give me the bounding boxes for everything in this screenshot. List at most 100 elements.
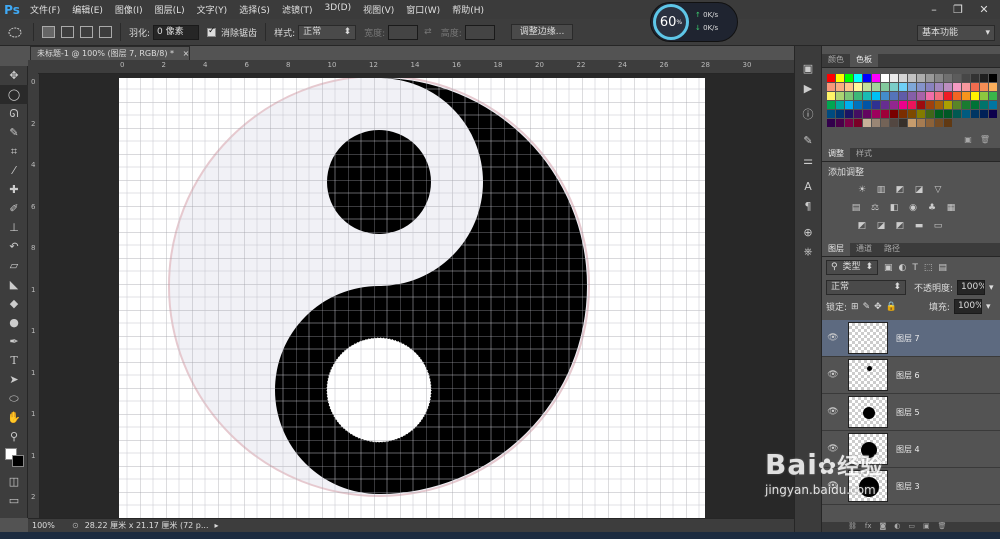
color-swatch[interactable] <box>917 110 925 118</box>
color-swatch[interactable] <box>944 92 952 100</box>
menu-item[interactable]: 选择(S) <box>233 3 276 16</box>
color-swatch[interactable] <box>845 92 853 100</box>
color-swatch[interactable] <box>836 101 844 109</box>
new-selection-icon[interactable] <box>42 26 55 38</box>
exposure-icon[interactable]: ◪ <box>913 184 925 196</box>
black-white-icon[interactable]: ◧ <box>888 202 900 214</box>
color-swatch[interactable] <box>872 101 880 109</box>
subtract-selection-icon[interactable] <box>80 26 93 38</box>
color-swatch[interactable] <box>863 119 871 127</box>
color-swatch[interactable] <box>926 74 934 82</box>
crop-tool-icon[interactable]: ⌗ <box>0 142 28 161</box>
style-select[interactable]: 正常 ⬍ <box>298 24 357 40</box>
brightness-icon[interactable]: ☀ <box>856 184 868 196</box>
color-swatch[interactable] <box>881 110 889 118</box>
color-swatch[interactable] <box>962 92 970 100</box>
vibrance-icon[interactable]: ▽ <box>932 184 944 196</box>
actions-panel-icon[interactable]: ▶ <box>795 78 821 98</box>
color-swatch[interactable] <box>890 74 898 82</box>
ellipse-shape-tool-icon[interactable]: ⬭ <box>0 389 28 408</box>
color-swatch[interactable] <box>854 110 862 118</box>
eye-icon[interactable]: 👁 <box>822 370 844 380</box>
color-swatch[interactable] <box>962 74 970 82</box>
color-balance-icon[interactable]: ⚖ <box>869 202 881 214</box>
refine-edge-button[interactable]: 调整边缘... <box>510 24 574 40</box>
new-adjustment-icon[interactable]: ◐ <box>894 522 900 532</box>
color-swatch[interactable] <box>971 92 979 100</box>
color-swatch[interactable] <box>890 119 898 127</box>
color-swatch[interactable] <box>989 83 997 91</box>
quick-mask-icon[interactable]: ◫ <box>0 472 28 491</box>
brush-tool-icon[interactable]: ✐ <box>0 199 28 218</box>
blend-mode-select[interactable]: 正常 ⬍ <box>826 280 906 295</box>
color-swatch[interactable] <box>962 101 970 109</box>
color-swatch[interactable] <box>845 83 853 91</box>
share-icon[interactable]: ⊙ <box>72 521 79 530</box>
lock-transparent-icon[interactable]: ⊞ <box>851 302 859 312</box>
history-brush-tool-icon[interactable]: ↶ <box>0 237 28 256</box>
color-swatch[interactable] <box>827 110 835 118</box>
pen-tool-icon[interactable]: ✒ <box>0 332 28 351</box>
eyedropper-tool-icon[interactable]: ⁄ <box>0 161 28 180</box>
color-swatch[interactable] <box>917 92 925 100</box>
layer-style-icon[interactable]: fx <box>865 522 872 532</box>
menu-item[interactable]: 3D(D) <box>318 3 357 16</box>
color-swatch[interactable] <box>890 83 898 91</box>
color-swatch[interactable] <box>926 110 934 118</box>
color-swatch[interactable] <box>872 119 880 127</box>
color-swatch[interactable] <box>881 74 889 82</box>
paragraph-panel-icon[interactable]: ¶ <box>795 196 821 216</box>
color-swatch[interactable] <box>827 101 835 109</box>
color-swatch[interactable] <box>890 101 898 109</box>
minimize-icon[interactable]: – <box>922 0 946 19</box>
selective-color-icon[interactable]: ▭ <box>932 220 944 232</box>
color-swatch[interactable] <box>854 101 862 109</box>
color-swatch[interactable] <box>953 101 961 109</box>
color-swatch[interactable] <box>854 83 862 91</box>
color-swatches[interactable] <box>5 448 25 468</box>
color-swatch[interactable] <box>917 101 925 109</box>
tab-styles[interactable]: 样式 <box>850 148 878 161</box>
brush-presets-icon[interactable]: ⚌ <box>795 150 821 170</box>
color-swatch[interactable] <box>926 119 934 127</box>
levels-icon[interactable]: ▥ <box>875 184 887 196</box>
color-swatch[interactable] <box>863 74 871 82</box>
color-swatch[interactable] <box>935 119 943 127</box>
eye-icon[interactable]: 👁 <box>822 407 844 417</box>
zoom-tool-icon[interactable]: ⚲ <box>0 427 28 446</box>
adjustment-filter-icon[interactable]: ◐ <box>899 263 907 273</box>
color-swatch[interactable] <box>863 101 871 109</box>
color-swatch[interactable] <box>980 92 988 100</box>
color-swatch[interactable] <box>935 92 943 100</box>
menu-item[interactable]: 文件(F) <box>24 3 66 16</box>
menu-item[interactable]: 图层(L) <box>149 3 191 16</box>
color-swatch[interactable] <box>980 74 988 82</box>
color-swatch[interactable] <box>917 83 925 91</box>
gradient-map-icon[interactable]: ▬ <box>913 220 925 232</box>
color-swatch[interactable] <box>872 74 880 82</box>
color-swatch[interactable] <box>953 92 961 100</box>
new-layer-icon[interactable]: ▣ <box>923 522 930 532</box>
tab-swatches[interactable]: 色板 <box>850 54 878 67</box>
color-swatch[interactable] <box>836 74 844 82</box>
move-tool-icon[interactable]: ✥ <box>0 66 28 85</box>
layer-row[interactable]: 👁 图层 5 <box>822 394 1000 431</box>
color-swatch[interactable] <box>953 110 961 118</box>
canvas-area[interactable] <box>40 74 794 518</box>
document-canvas[interactable] <box>119 78 705 518</box>
eraser-tool-icon[interactable]: ▱ <box>0 256 28 275</box>
pixel-filter-icon[interactable]: ▣ <box>884 263 893 273</box>
feather-input[interactable]: 0 像素 <box>153 24 200 40</box>
photo-filter-icon[interactable]: ◉ <box>907 202 919 214</box>
color-swatch[interactable] <box>908 119 916 127</box>
menu-item[interactable]: 视图(V) <box>357 3 400 16</box>
hue-saturation-icon[interactable]: ▤ <box>850 202 862 214</box>
new-swatch-icon[interactable]: ▣ <box>964 135 972 144</box>
color-swatch[interactable] <box>872 83 880 91</box>
color-swatch[interactable] <box>890 92 898 100</box>
color-swatch[interactable] <box>827 92 835 100</box>
color-swatch[interactable] <box>917 74 925 82</box>
color-swatch[interactable] <box>899 74 907 82</box>
type-filter-icon[interactable]: T <box>912 263 918 273</box>
swap-icon[interactable]: ⇄ <box>424 27 432 37</box>
